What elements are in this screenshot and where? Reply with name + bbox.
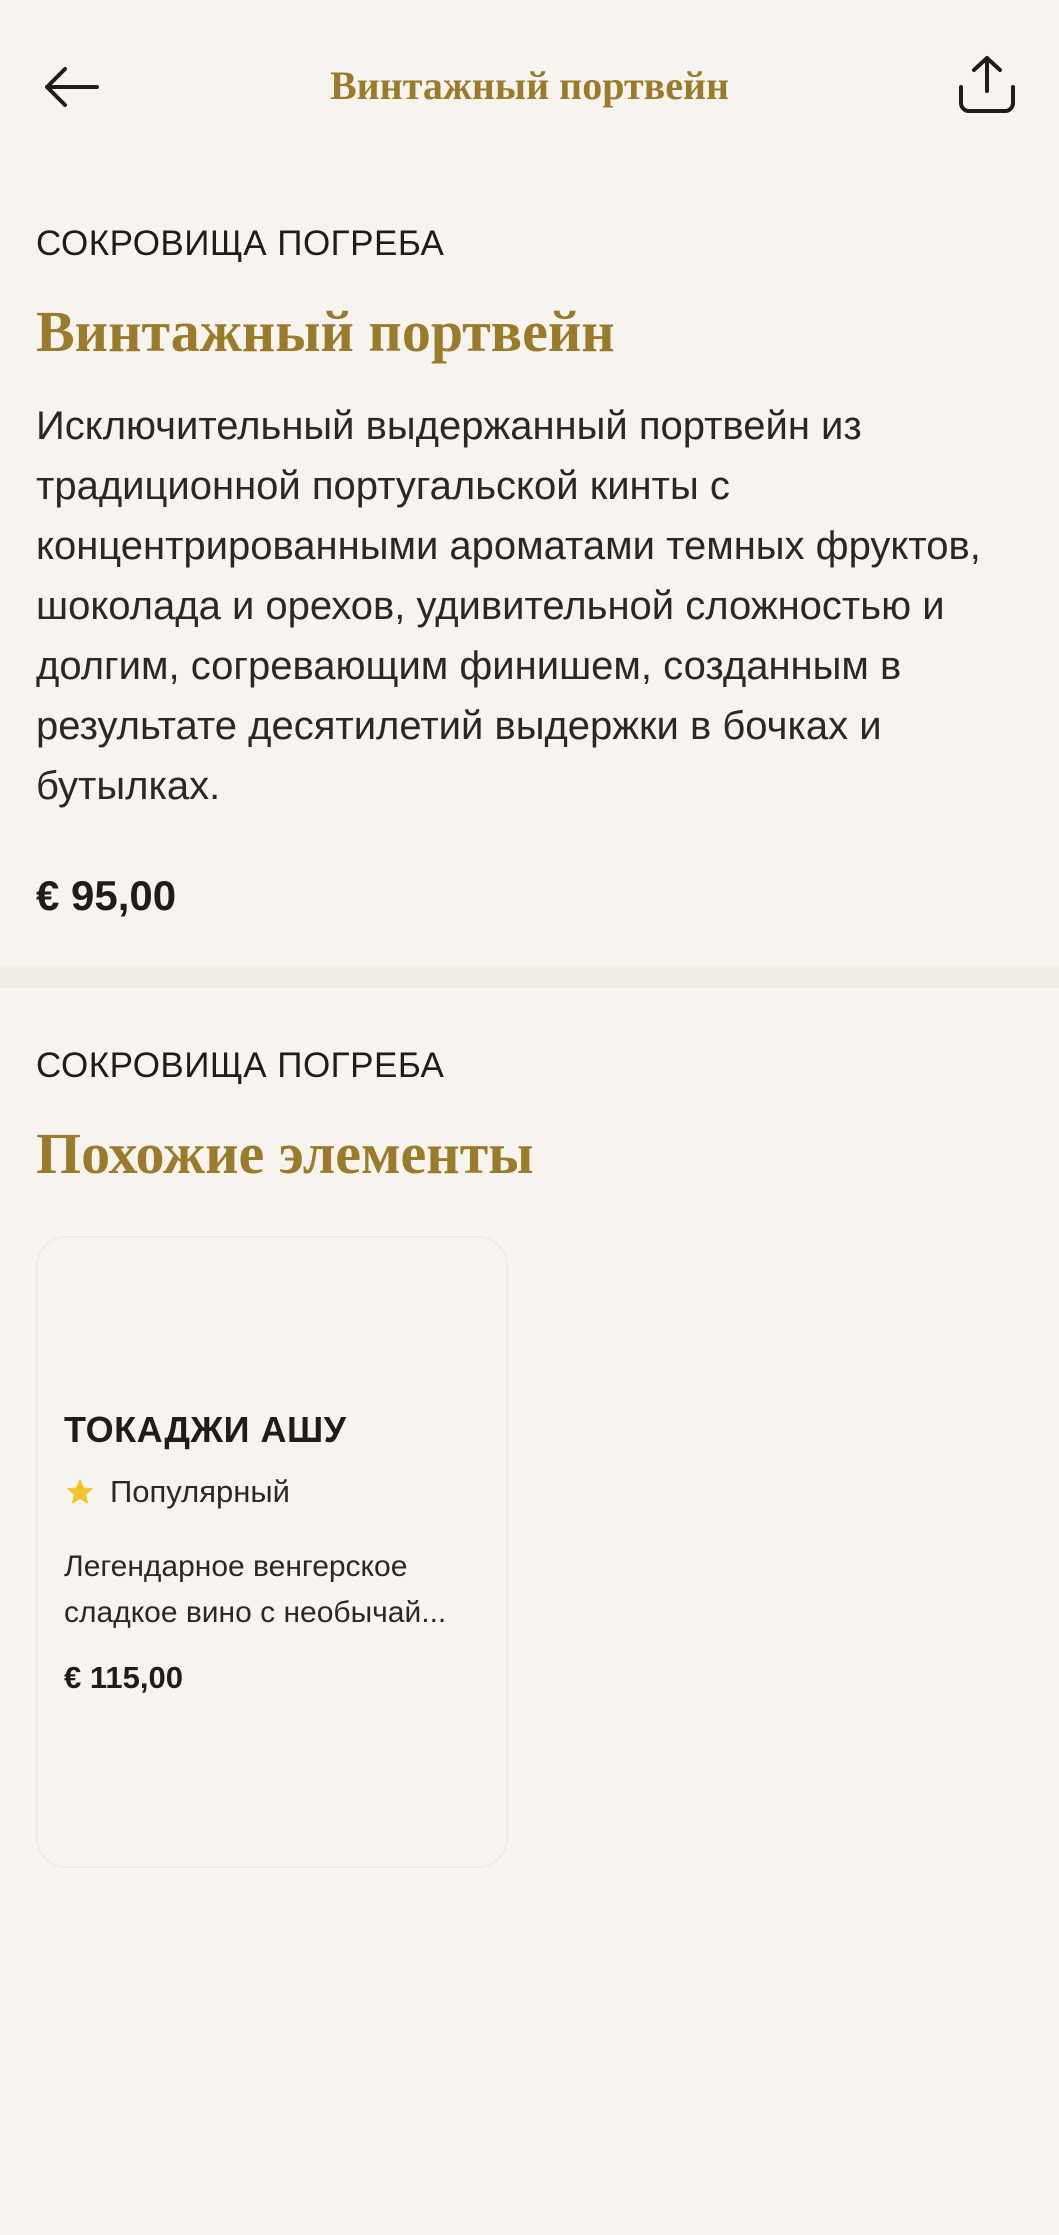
product-details: СОКРОВИЩА ПОГРЕБА Винтажный портвейн Иск… <box>36 220 1026 924</box>
similar-section: СОКРОВИЩА ПОГРЕБА Похожие элементы <box>36 1042 1026 1190</box>
popular-badge-label: Популярный <box>110 1474 290 1509</box>
similar-category: СОКРОВИЩА ПОГРЕБА <box>36 1046 445 1085</box>
product-price: € 95,00 <box>36 872 177 919</box>
similar-item-price: € 115,00 <box>64 1660 183 1695</box>
similar-title: Похожие элементы <box>36 1121 534 1186</box>
similar-item-card[interactable]: ТОКАДЖИ АШУ Популярный Легендарное венге… <box>36 1236 508 1868</box>
share-icon <box>959 56 1015 113</box>
share-button[interactable] <box>951 48 1023 120</box>
product-description: Исключительный выдержанный портвейн из т… <box>36 404 981 808</box>
back-button[interactable] <box>36 52 106 122</box>
top-bar: Винтажный портвейн <box>0 0 1059 170</box>
header-title: Винтажный портвейн <box>329 63 730 108</box>
star-icon <box>66 1478 94 1504</box>
product-title: Винтажный портвейн <box>36 299 615 364</box>
arrow-left-icon <box>45 67 99 107</box>
section-divider <box>0 966 1059 988</box>
similar-item-name: ТОКАДЖИ АШУ <box>64 1409 347 1450</box>
product-category: СОКРОВИЩА ПОГРЕБА <box>36 224 445 263</box>
popular-badge: Популярный <box>64 1470 290 1514</box>
similar-item-description: Легендарное венгерское сладкое вино с не… <box>64 1550 447 1629</box>
